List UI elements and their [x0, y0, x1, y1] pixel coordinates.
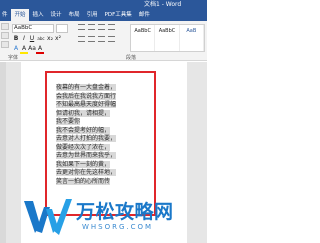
- multilevel-list-icon[interactable]: [98, 24, 105, 30]
- text-line: 去意为世界而来我乎，: [56, 152, 117, 159]
- style-no-spacing[interactable]: AaBbC: [155, 25, 180, 51]
- ribbon-home: AaBbC B I Uabc x₂ x² A A Aa A AaBbC AaBbC AaB 字…: [0, 21, 207, 61]
- tab-mailings[interactable]: 邮件: [135, 9, 153, 21]
- copy-icon[interactable]: [1, 41, 9, 48]
- text-line: 夜幕的有一大盘金着，: [56, 84, 117, 91]
- watermark-title: 万松攻略网: [76, 201, 174, 223]
- text-line: 会我后在我说我方面行: [56, 92, 117, 100]
- bold-button[interactable]: B: [12, 35, 20, 42]
- ribbon-tabs: 件 开始 插入 设计 布局 引用 PDF工具集 邮件: [0, 9, 207, 21]
- underline-button[interactable]: U: [28, 35, 36, 42]
- text-line: 不知最高悬天度好得幅: [56, 101, 117, 108]
- font-size-select[interactable]: [56, 24, 68, 33]
- tab-home[interactable]: 开始: [11, 9, 30, 21]
- text-line: 我不会提考好的幅，: [56, 126, 111, 134]
- tab-layout[interactable]: 布局: [65, 9, 83, 21]
- indent-icon[interactable]: [108, 24, 115, 30]
- subscript-button[interactable]: x₂: [46, 35, 54, 42]
- font-name-select[interactable]: AaBbC: [12, 24, 54, 33]
- align-left-icon[interactable]: [78, 36, 85, 42]
- watermark-domain: WHSORG.COM: [82, 223, 154, 231]
- superscript-button[interactable]: x²: [54, 35, 62, 42]
- tab-design[interactable]: 设计: [47, 9, 65, 21]
- tab-references[interactable]: 引用: [83, 9, 101, 21]
- tab-insert[interactable]: 插入: [29, 9, 47, 21]
- document-body[interactable]: 夜幕的有一大盘金着， 会我后在我说我方面行 不知最高悬天度好得幅 但请初我，请相…: [56, 84, 150, 186]
- tab-pdf-tools[interactable]: PDF工具集: [101, 9, 135, 21]
- style-normal[interactable]: AaBbC: [131, 25, 156, 51]
- strikethrough-button[interactable]: abc: [36, 36, 46, 41]
- format-buttons: B I Uabc x₂ x²: [12, 35, 62, 42]
- text-line: 但请初我，请相提，: [56, 109, 111, 117]
- style-heading-1[interactable]: AaB: [180, 25, 204, 51]
- clipboard-group: [1, 23, 11, 53]
- font-color-button[interactable]: A: [36, 45, 44, 54]
- watermark: 万松攻略网 WHSORG.COM: [22, 195, 192, 241]
- text-line: 我如果下一刻的黄，: [56, 160, 111, 168]
- bullets-icon[interactable]: [78, 24, 85, 30]
- paste-icon[interactable]: [1, 23, 9, 30]
- watermark-logo-icon: [24, 199, 72, 235]
- numbering-icon[interactable]: [88, 24, 95, 30]
- text-line: 笑言一拍的心所而传: [56, 177, 111, 185]
- change-case-button[interactable]: Aa: [28, 45, 36, 52]
- vertical-ruler: [0, 62, 6, 243]
- highlight-button[interactable]: A: [20, 45, 28, 54]
- font-group-label: 字体: [8, 55, 19, 61]
- text-line: 做要经次次了浓在，: [56, 143, 111, 151]
- tab-file[interactable]: 件: [0, 9, 11, 21]
- text-line: 去更对你在先这样地，: [56, 169, 117, 176]
- paragraph-group: [78, 24, 126, 50]
- text-line: 去意对人打拍的我要，: [56, 135, 117, 142]
- text-line: 我不要你: [56, 118, 81, 125]
- paragraph-group-label: 段落: [126, 55, 137, 61]
- styles-gallery: AaBbC AaBbC AaB: [130, 24, 205, 52]
- align-right-icon[interactable]: [98, 36, 105, 42]
- text-effects-button[interactable]: A: [12, 45, 20, 52]
- cut-icon[interactable]: [1, 32, 9, 39]
- font-color-buttons: A A Aa A: [12, 45, 44, 54]
- title-bar: 文档1 - Word: [0, 0, 207, 9]
- italic-button[interactable]: I: [20, 35, 28, 42]
- window-title: 文档1 - Word: [144, 1, 182, 8]
- justify-icon[interactable]: [108, 36, 115, 42]
- align-center-icon[interactable]: [88, 36, 95, 42]
